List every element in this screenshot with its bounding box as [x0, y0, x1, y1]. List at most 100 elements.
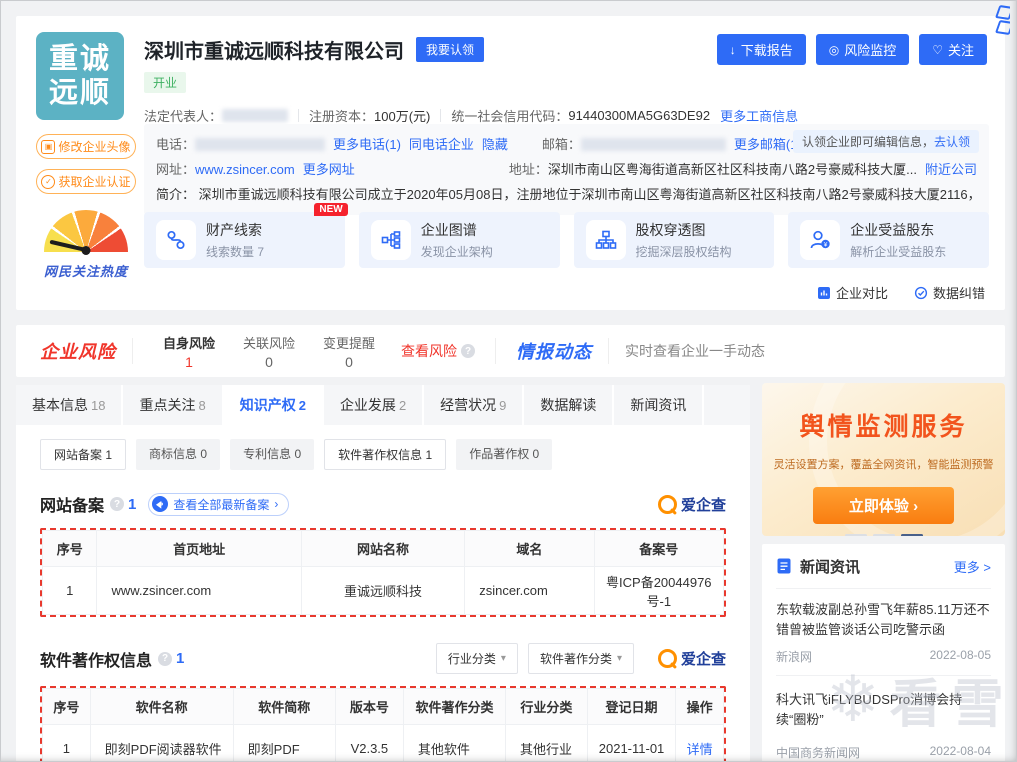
logo-line1: 重诚 — [49, 42, 111, 76]
banner-subtitle: 灵活设置方案，覆盖全网资讯，智能监测预警 — [762, 456, 1005, 472]
view-risk-link[interactable]: 查看风险 ? — [401, 341, 475, 361]
tab-basic-info[interactable]: 基本信息18 — [16, 385, 121, 425]
change-reminder-stat[interactable]: 变更提醒 0 — [323, 333, 375, 370]
download-report-button[interactable]: ↓ 下载报告 — [717, 34, 806, 65]
nearby-companies-link[interactable]: 附近公司 — [925, 157, 977, 182]
divider — [298, 109, 299, 122]
software-copyright-count: 1 — [176, 650, 184, 667]
website-label: 网址： — [156, 157, 195, 182]
more-business-info-link[interactable]: 更多工商信息 — [720, 106, 798, 125]
main-content-panel: 基本信息18 重点关注8 知识产权2 企业发展2 经营状况9 数据解读 新闻资讯… — [16, 385, 750, 762]
feature-card-asset-clues[interactable]: NEW 财产线索 线索数量 7 — [144, 212, 345, 268]
go-claim-link[interactable]: 去认领 — [934, 135, 970, 149]
software-copyright-table: 序号 软件名称 软件简称 版本号 软件著作分类 行业分类 登记日期 操作 1 即… — [42, 688, 724, 762]
tab-data-interpretation[interactable]: 数据解读 — [524, 385, 612, 425]
svg-text:¥: ¥ — [824, 241, 828, 248]
more-websites-link[interactable]: 更多网址 — [303, 157, 355, 182]
cut-off-floating-widget-icon[interactable] — [994, 4, 1010, 36]
website-filing-table-annotation: 序号 首页地址 网站名称 域名 备案号 1 www.zsincer.com 重诚… — [40, 528, 726, 617]
feature-card-beneficial-owners[interactable]: ¥ 企业受益股东 解析企业受益股东 — [788, 212, 989, 268]
follow-button[interactable]: ♡ 关注 — [919, 34, 987, 65]
sidebar: 舆情监测服务 灵活设置方案，覆盖全网资讯，智能监测预警 立即体验 › 新闻资讯 … — [762, 383, 1005, 762]
same-phone-link[interactable]: 同电话企业 — [409, 132, 474, 157]
news-item[interactable]: 科大讯飞iFLYBUDSPro消博会持续“圈粉” 中国商务新闻网 2022-08… — [776, 676, 991, 762]
software-category-filter-dropdown[interactable]: 软件著作分类 ▾ — [528, 643, 634, 674]
address-label: 地址： — [509, 157, 548, 182]
chevron-down-icon: ▾ — [501, 653, 506, 664]
tab-key-focus[interactable]: 重点关注8 — [123, 385, 221, 425]
aiqicha-brand: 爱企查 — [658, 494, 726, 515]
equity-penetration-icon — [586, 220, 626, 260]
feature-card-equity-penetration[interactable]: 股权穿透图 挖掘深层股权结构 — [574, 212, 775, 268]
news-doc-icon — [776, 558, 792, 574]
related-risk-stat[interactable]: 关联风险 0 — [243, 333, 295, 370]
news-date: 2022-08-05 — [930, 648, 991, 665]
website-filing-count: 1 — [128, 496, 136, 513]
company-graph-icon — [371, 220, 411, 260]
risk-monitor-button[interactable]: ◎ 风险监控 — [816, 34, 910, 65]
claim-company-button[interactable]: 我要认领 — [416, 37, 484, 62]
self-risk-stat[interactable]: 自身风险 1 — [163, 333, 215, 370]
pill-website-filing[interactable]: 网站备案 1 — [40, 439, 126, 470]
tab-intellectual-property[interactable]: 知识产权2 — [224, 385, 322, 425]
subsection-pills: 网站备案 1 商标信息 0 专利信息 0 软件著作权信息 1 作品著作权 0 — [16, 425, 750, 470]
pill-work-copyright[interactable]: 作品著作权 0 — [456, 439, 552, 470]
tab-company-development[interactable]: 企业发展2 — [324, 385, 422, 425]
view-all-filings-button[interactable]: 查看全部最新备案 › — [148, 493, 289, 516]
news-source: 中国商务新闻网 — [776, 744, 860, 761]
tab-news[interactable]: 新闻资讯 — [614, 385, 702, 425]
intel-title: 情报动态 — [516, 338, 592, 364]
more-emails-link[interactable]: 更多邮箱(1) — [734, 132, 802, 157]
address-value: 深圳市南山区粤海街道高新区社区科技南八路2号豪威科技大厦... — [548, 157, 917, 182]
logo-line2: 远顺 — [49, 76, 111, 110]
intro-label: 简介： — [156, 187, 195, 202]
credit-code-value: 91440300MA5G63DE92 — [568, 108, 710, 123]
try-now-button[interactable]: 立即体验 › — [813, 487, 954, 524]
hide-phone-link[interactable]: 隐藏 — [482, 132, 508, 157]
company-name: 深圳市重诚远顺科技有限公司 — [144, 35, 404, 64]
divider — [495, 338, 496, 364]
gauge-pivot — [82, 246, 91, 255]
edit-avatar-button[interactable]: ▣ 修改企业头像 — [36, 134, 136, 159]
check-icon: ✓ — [41, 175, 55, 189]
get-certification-button[interactable]: ✓ 获取企业认证 — [36, 169, 136, 194]
news-card: 新闻资讯 更多 > 东软载波副总孙雪飞年薪85.11万还不错曾被监管谈话公司吃警… — [762, 544, 1005, 762]
monitor-icon: ◎ — [829, 43, 839, 57]
asset-clues-icon — [156, 220, 196, 260]
reg-capital-value: 100万(元) — [374, 106, 430, 125]
table-row: 1 即刻PDF阅读器软件 即刻PDF V2.3.5 其他软件 其他行业 2021… — [43, 725, 724, 762]
claim-notice: 认领企业即可编辑信息，去认领 — [793, 130, 979, 153]
heart-icon: ♡ — [932, 43, 943, 57]
company-compare-link[interactable]: 企业对比 — [817, 283, 888, 302]
carousel-dots[interactable] — [762, 534, 1005, 536]
news-date: 2022-08-04 — [930, 744, 991, 761]
table-row: 1 www.zsincer.com 重诚远顺科技 zsincer.com 粤IC… — [43, 567, 724, 615]
pill-software-copyright[interactable]: 软件著作权信息 1 — [324, 439, 446, 470]
tab-operating-status[interactable]: 经营状况9 — [424, 385, 522, 425]
aiqicha-logo-icon — [658, 649, 677, 668]
industry-filter-dropdown[interactable]: 行业分类 ▾ — [436, 643, 518, 674]
contact-panel: 认领企业即可编辑信息，去认领 电话： 更多电话(1) 同电话企业 隐藏 邮箱： … — [144, 124, 989, 215]
news-item[interactable]: 东软载波副总孙雪飞年薪85.11万还不错曾被监管谈话公司吃警示函 新浪网 202… — [776, 589, 991, 676]
company-logo: 重诚 远顺 — [36, 32, 124, 120]
more-phones-link[interactable]: 更多电话(1) — [333, 132, 401, 157]
risk-bar-title: 企业风险 — [40, 338, 116, 364]
legal-rep-blurred-value — [222, 109, 288, 122]
table-header-row: 序号 软件名称 软件简称 版本号 软件著作分类 行业分类 登记日期 操作 — [43, 689, 724, 725]
beneficial-owners-icon: ¥ — [800, 220, 840, 260]
legal-rep-label: 法定代表人： — [144, 106, 222, 125]
phone-label: 电话： — [156, 132, 195, 157]
chevron-down-icon: ▾ — [617, 653, 622, 664]
sentiment-monitoring-banner[interactable]: 舆情监测服务 灵活设置方案，覆盖全网资讯，智能监测预警 立即体验 › — [762, 383, 1005, 536]
phone-blurred-value — [195, 138, 325, 151]
pill-trademarks[interactable]: 商标信息 0 — [136, 439, 220, 470]
feature-card-company-graph[interactable]: 企业图谱 发现企业架构 — [359, 212, 560, 268]
horn-icon — [152, 496, 168, 512]
news-more-link[interactable]: 更多 > — [954, 557, 991, 576]
detail-link[interactable]: 详情 — [687, 742, 713, 757]
website-link[interactable]: www.zsincer.com — [195, 157, 295, 182]
new-badge: NEW — [314, 203, 347, 216]
pill-patents[interactable]: 专利信息 0 — [230, 439, 314, 470]
news-source: 新浪网 — [776, 648, 812, 665]
data-correction-link[interactable]: 数据纠错 — [914, 283, 985, 302]
